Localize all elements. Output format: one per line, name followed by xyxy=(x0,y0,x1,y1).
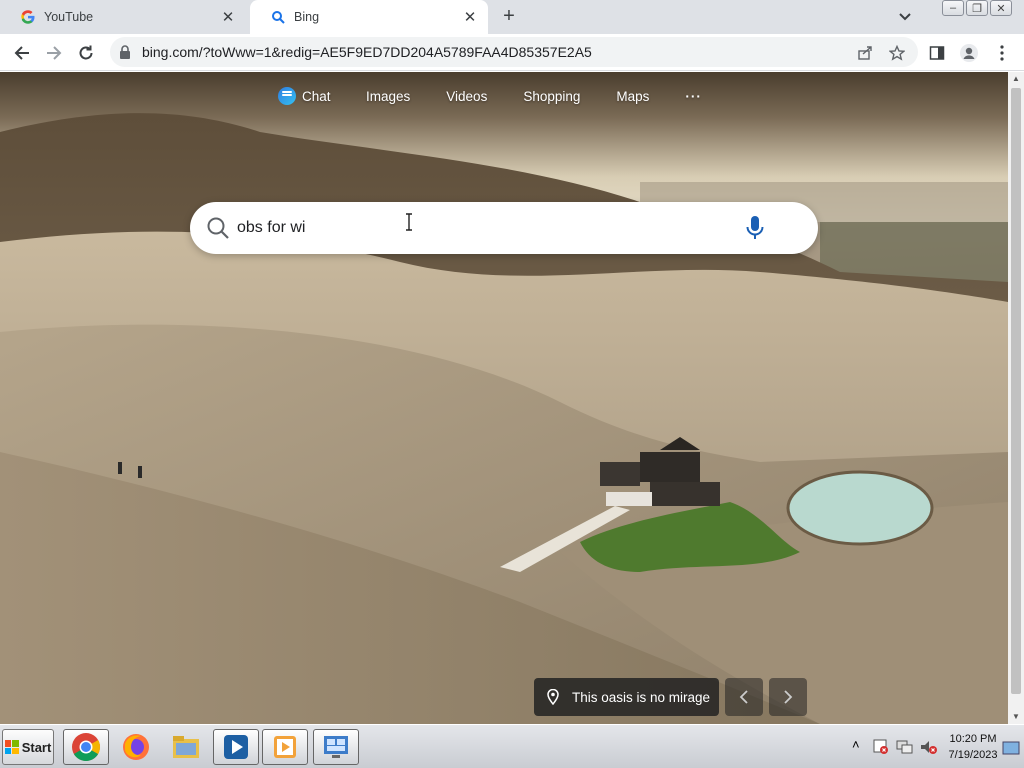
nav-chat-label: Chat xyxy=(302,88,331,104)
search-input[interactable]: obs for wi xyxy=(237,219,305,237)
bookmark-star-icon[interactable] xyxy=(887,43,907,63)
address-bar[interactable]: bing.com/?toWww=1&redig=AE5F9ED7DD204A57… xyxy=(110,37,918,67)
chrome-icon[interactable] xyxy=(63,729,109,765)
clock-date: 7/19/2023 xyxy=(948,749,998,761)
profile-avatar-icon[interactable] xyxy=(958,42,980,64)
close-tab-icon[interactable]: ✕ xyxy=(218,7,238,27)
nav-maps[interactable]: Maps xyxy=(616,89,649,104)
search-icon xyxy=(205,215,231,241)
close-tab-icon[interactable]: ✕ xyxy=(460,7,480,27)
bing-top-nav: Chat Images Videos Shopping Maps ··· xyxy=(278,86,702,106)
share-icon[interactable] xyxy=(855,43,875,63)
scrollbar-thumb[interactable] xyxy=(1011,88,1021,694)
tab-strip: YouTube ✕ Bing ✕ + – ❐ ✕ xyxy=(0,0,1024,34)
clock-time: 10:20 PM xyxy=(949,733,997,745)
forward-arrow-icon[interactable] xyxy=(43,42,65,64)
tab-search-chevron-icon[interactable] xyxy=(896,8,914,26)
reload-icon[interactable] xyxy=(75,42,97,64)
next-image-button[interactable] xyxy=(769,678,807,716)
start-button[interactable]: Start xyxy=(2,729,54,765)
browser-toolbar: bing.com/?toWww=1&redig=AE5F9ED7DD204A57… xyxy=(0,34,1024,71)
firefox-icon[interactable] xyxy=(113,729,159,765)
menu-kebab-icon[interactable] xyxy=(991,42,1013,64)
bing-search-icon xyxy=(270,9,286,25)
location-pin-icon xyxy=(546,688,560,706)
scroll-down-arrow-icon[interactable]: ▼ xyxy=(1008,710,1024,724)
desert-background-image xyxy=(0,113,1008,724)
restore-button[interactable]: ❐ xyxy=(966,0,988,16)
new-tab-button[interactable]: + xyxy=(499,6,519,27)
volume-muted-icon[interactable] xyxy=(920,739,938,760)
nav-chat[interactable]: Chat xyxy=(278,87,338,105)
url-text: bing.com/?toWww=1&redig=AE5F9ED7DD204A57… xyxy=(142,44,592,60)
video-app-icon[interactable] xyxy=(262,729,308,765)
taskbar-clock[interactable]: 10:20 PM 7/19/2023 xyxy=(946,731,1000,763)
security-alert-icon[interactable] xyxy=(872,739,890,760)
image-caption[interactable]: This oasis is no mirage xyxy=(534,678,719,716)
nav-shopping[interactable]: Shopping xyxy=(523,89,580,104)
start-label: Start xyxy=(21,739,52,755)
scroll-up-arrow-icon[interactable]: ▲ xyxy=(1008,72,1024,86)
windows-logo-icon xyxy=(4,740,19,754)
nav-images[interactable]: Images xyxy=(366,89,410,104)
tab-youtube[interactable]: YouTube ✕ xyxy=(0,0,246,34)
close-window-button[interactable]: ✕ xyxy=(990,0,1012,16)
page-scrollbar[interactable]: ▲ ▼ xyxy=(1008,72,1024,724)
tab-title: YouTube xyxy=(44,10,94,24)
text-cursor-icon xyxy=(405,213,413,231)
bing-search-box[interactable]: obs for wi xyxy=(190,202,818,254)
show-hidden-icons-icon[interactable]: ˄ xyxy=(852,737,860,752)
bing-page: Chat Images Videos Shopping Maps ··· obs… xyxy=(0,72,1008,724)
show-desktop-icon[interactable] xyxy=(1002,741,1020,760)
network-icon[interactable] xyxy=(896,739,914,760)
file-explorer-icon[interactable] xyxy=(163,729,209,765)
google-g-icon xyxy=(20,9,36,25)
caption-text: This oasis is no mirage xyxy=(572,689,711,705)
control-panel-icon[interactable] xyxy=(313,729,359,765)
back-arrow-icon[interactable] xyxy=(11,42,33,64)
previous-image-button[interactable] xyxy=(725,678,763,716)
side-panel-icon[interactable] xyxy=(926,42,948,64)
nav-videos[interactable]: Videos xyxy=(446,89,487,104)
microphone-icon[interactable] xyxy=(744,215,766,241)
tab-bing[interactable]: Bing ✕ xyxy=(250,0,488,34)
window-controls: – ❐ ✕ xyxy=(942,0,1012,16)
media-player-icon[interactable] xyxy=(213,729,259,765)
minimize-button[interactable]: – xyxy=(942,0,964,16)
windows-taskbar: Start ˄ 10:20 PM 7/19/2023 xyxy=(0,724,1024,768)
chat-bubble-icon xyxy=(278,87,296,105)
tab-title: Bing xyxy=(294,10,320,24)
lock-icon[interactable] xyxy=(118,45,132,59)
nav-more-icon[interactable]: ··· xyxy=(685,89,702,104)
